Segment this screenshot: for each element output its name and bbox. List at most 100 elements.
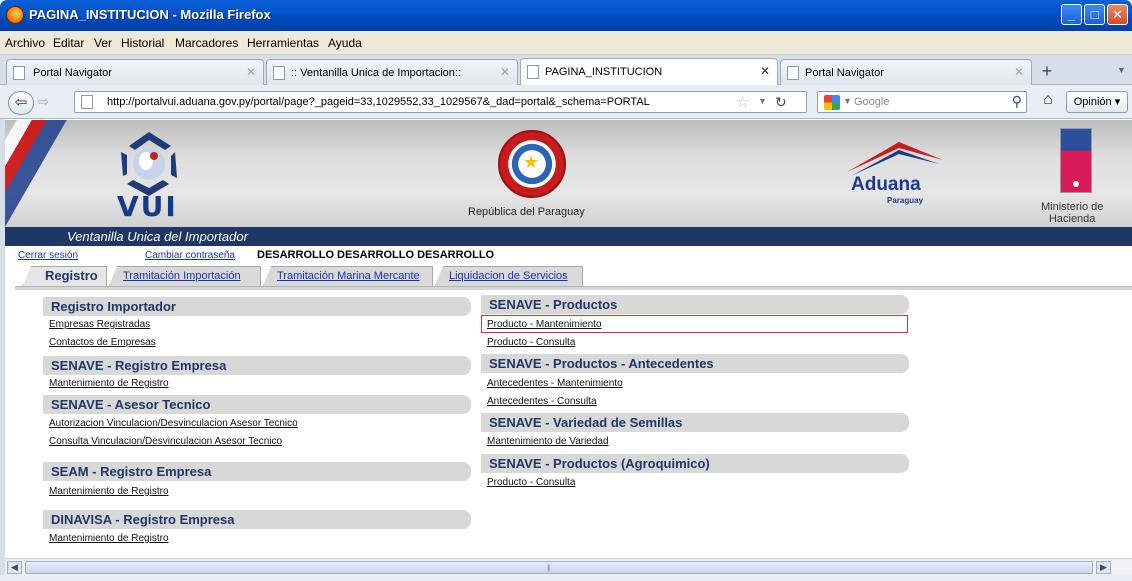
ministerio-line1: Ministerio de [1041,201,1104,213]
aduana-logo-text: Aduana [851,174,921,195]
tab-tramitacion-marina-label: Tramitación Marina Mercante [277,270,420,282]
close-tab-icon[interactable]: ✕ [1014,65,1024,79]
tab-tramitacion-importacion[interactable]: Tramitación Importación [109,266,261,286]
window-title-bar: PAGINA_INSTITUCION - Mozilla Firefox _ □… [0,0,1132,31]
forward-button[interactable]: ⇨ [38,94,49,110]
bookmark-star-icon[interactable]: ☆ [736,93,749,111]
link-producto-mantenimiento[interactable]: Producto - Mantenimiento [487,319,602,330]
ministerio-line2: Hacienda [1048,213,1096,225]
tab-tramitacion-importacion-label: Tramitación Importación [123,270,241,282]
tab-label: PAGINA_INSTITUCION [545,66,663,78]
section-registro-importador: Registro Importador [43,297,471,316]
reload-icon[interactable]: ↻ [775,94,787,111]
new-tab-button[interactable]: + [1036,61,1058,83]
tab-registro[interactable]: Registro [23,266,107,286]
section-title: DINAVISA - Registro Empresa [51,512,235,527]
menu-historial[interactable]: Historial [121,36,164,50]
logout-link[interactable]: Cerrar sesión [18,250,78,261]
section-title: SENAVE - Variedad de Semillas [489,415,683,430]
tab-tramitacion-marina[interactable]: Tramitación Marina Mercante [263,266,433,286]
link-mantenimiento-variedad[interactable]: Mantenimiento de Variedad [487,436,609,447]
scroll-left-icon[interactable]: ◀ [7,561,22,574]
engine-dropdown-icon[interactable]: ▼ [843,96,852,106]
badge-dot [1071,179,1081,189]
close-tab-icon[interactable]: ✕ [500,65,510,79]
page-icon [81,95,93,109]
flag-stripe [5,120,73,240]
aduana-roof-logo [847,142,943,176]
history-dropdown-icon[interactable]: ▼ [758,96,767,106]
link-producto-consulta[interactable]: Producto - Consulta [487,337,575,348]
subtitle-text: Ventanilla Unica del Importador [67,229,248,244]
page-icon [273,66,285,80]
menu-editar[interactable]: Editar [53,36,84,50]
section-senave-asesor-tecnico: SENAVE - Asesor Tecnico [43,395,471,414]
maximize-button[interactable]: □ [1084,4,1105,25]
link-antecedentes-mantenimiento[interactable]: Antecedentes - Mantenimiento [487,378,623,389]
tab-list-icon[interactable]: ▼ [1117,65,1126,75]
change-password-link[interactable]: Cambiar contraseña [145,250,235,261]
tab-pagina-institucion[interactable]: PAGINA_INSTITUCION ✕ [520,58,778,86]
section-senave-productos-agroquimico: SENAVE - Productos (Agroquimico) [481,454,909,473]
section-title: SENAVE - Productos - Antecedentes [489,356,714,371]
subtitle-bar: Ventanilla Unica del Importador [5,227,1132,246]
link-empresas-registradas[interactable]: Empresas Registradas [49,319,150,330]
link-consulta-vinculacion[interactable]: Consulta Vinculacion/Desvinculacion Ases… [49,436,282,447]
tab-liquidacion[interactable]: Liquidacion de Servicios [435,266,583,286]
link-mantenimiento-registro-seam[interactable]: Mantenimiento de Registro [49,486,169,497]
section-senave-productos: SENAVE - Productos [481,295,909,314]
page-icon [527,65,539,79]
link-antecedentes-consulta[interactable]: Antecedentes - Consulta [487,396,597,407]
grip-icon: ||| [547,565,551,572]
republica-label: República del Paraguay [468,206,585,218]
aduana-paraguay-text: Paraguay [887,196,924,205]
section-senave-productos-antecedentes: SENAVE - Productos - Antecedentes [481,354,909,373]
tab-registro-label: Registro [45,268,98,283]
back-button[interactable]: ⇦ [8,91,34,115]
scroll-right-icon[interactable]: ▶ [1096,561,1111,574]
tab-portal-navigator-2[interactable]: Portal Navigator ✕ [780,59,1032,85]
menu-ayuda[interactable]: Ayuda [328,36,362,50]
tab-strip: Portal Navigator ✕ :: Ventanilla Unica d… [0,55,1132,86]
tab-portal-navigator-1[interactable]: Portal Navigator ✕ [6,59,264,85]
link-contactos-empresas[interactable]: Contactos de Empresas [49,337,156,348]
ministerio-label: Ministerio de Hacienda [1041,201,1103,225]
section-seam-registro-empresa: SEAM - Registro Empresa [43,462,471,481]
url-bar[interactable]: http://portalvui.aduana.gov.py/portal/pa… [74,91,807,113]
link-producto-consulta-agroquimico[interactable]: Producto - Consulta [487,477,575,488]
menu-herramientas[interactable]: Herramientas [247,36,319,50]
close-tab-icon[interactable]: ✕ [246,65,256,79]
section-senave-variedad-semillas: SENAVE - Variedad de Semillas [481,413,909,432]
section-title: Registro Importador [51,299,176,314]
opinion-button[interactable]: Opinión ▾ [1066,91,1128,113]
search-icon[interactable]: ⚲ [1012,93,1022,110]
firefox-icon [6,6,24,24]
close-tab-icon[interactable]: ✕ [760,64,770,78]
section-title: SENAVE - Asesor Tecnico [51,397,211,412]
minimize-button[interactable]: _ [1061,4,1082,25]
page-icon [787,66,799,80]
link-mantenimiento-registro-senave[interactable]: Mantenimiento de Registro [49,378,169,389]
page-icon [13,66,25,80]
link-mantenimiento-registro-dinavisa[interactable]: Mantenimiento de Registro [49,533,169,544]
vui-wordmark: VUI [117,190,178,223]
search-bar[interactable]: ▼ Google ⚲ [817,91,1027,113]
navigation-bar: ⇦ ⇨ http://portalvui.aduana.gov.py/porta… [0,85,1132,119]
tab-ventanilla[interactable]: :: Ventanilla Unica de Importacion:: ✕ [266,59,518,85]
search-placeholder[interactable]: Google [854,96,889,108]
ministerio-badge [1060,128,1092,193]
google-icon[interactable] [824,95,840,110]
section-title: SENAVE - Productos [489,297,618,312]
scrollbar-thumb[interactable]: ||| [25,561,1093,574]
status-bar [0,575,1132,581]
menu-archivo[interactable]: Archivo [5,36,45,50]
tab-underline [15,286,1132,290]
url-text[interactable]: http://portalvui.aduana.gov.py/portal/pa… [107,96,650,108]
header-banner: VUI ★ República del Paraguay Aduana Para… [5,120,1132,240]
home-button[interactable]: ⌂ [1036,91,1060,113]
link-autorizacion-vinculacion[interactable]: Autorizacion Vinculacion/Desvinculacion … [49,418,298,429]
close-window-button[interactable]: ✕ [1107,4,1128,25]
horizontal-scrollbar[interactable]: ◀ ||| ▶ [5,558,1132,575]
menu-ver[interactable]: Ver [94,36,112,50]
menu-marcadores[interactable]: Marcadores [175,36,238,50]
